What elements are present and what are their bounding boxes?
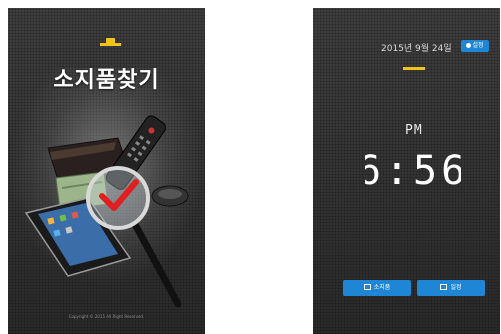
clock-screen: 2015년 9월 24일 설정 PM 6:56 소지품 일정 <box>313 8 500 334</box>
schedule-label: 일정 <box>450 284 462 291</box>
splash-screen: 소지품찾기 Copyright © 2015 All Right Reserve… <box>8 8 205 334</box>
app-title: 소지품찾기 <box>53 68 160 93</box>
copyright-text: Copyright © 2015 All Right Reserved. <box>68 314 145 319</box>
settings-button[interactable]: 설정 <box>461 40 489 52</box>
belongings-button[interactable]: 소지품 <box>343 280 411 296</box>
hanger-icon <box>100 38 121 48</box>
belongings-illustration <box>24 115 189 308</box>
schedule-button[interactable]: 일정 <box>417 280 485 296</box>
calendar-icon <box>440 284 448 290</box>
belongings-label: 소지품 <box>373 284 391 291</box>
digital-clock: 6:56 <box>365 148 461 190</box>
car-key-icon <box>151 185 189 207</box>
accent-divider <box>403 67 425 70</box>
date-label: 2015년 9월 24일 <box>381 44 452 54</box>
ampm-label: PM <box>405 123 423 138</box>
gear-icon <box>466 42 472 48</box>
bag-icon <box>363 284 371 290</box>
settings-label: 설정 <box>472 42 484 49</box>
time-text: 6:56 <box>365 148 461 190</box>
